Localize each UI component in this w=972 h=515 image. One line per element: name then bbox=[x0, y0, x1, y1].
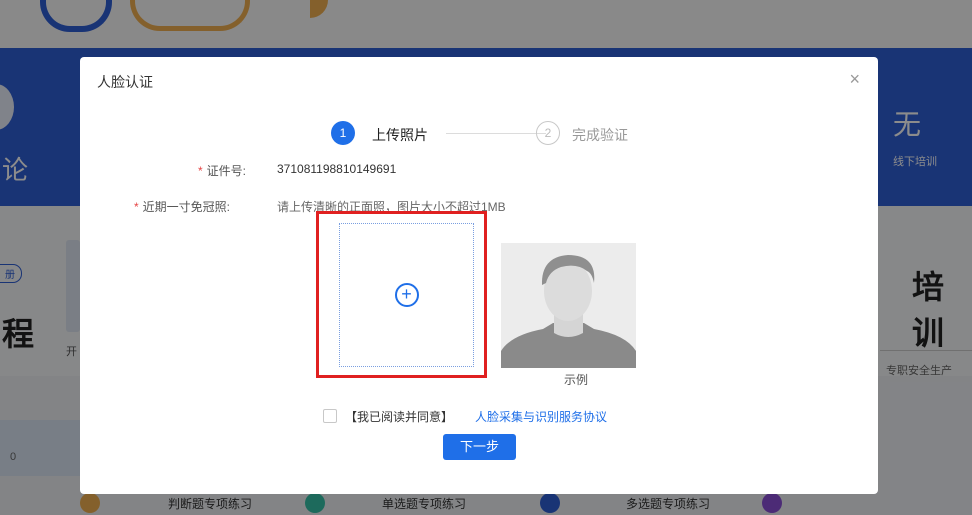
required-mark: * bbox=[134, 200, 139, 214]
sample-photo bbox=[501, 243, 636, 368]
step-1-label: 上传照片 bbox=[372, 127, 428, 143]
face-auth-dialog: 人脸认证 × 1 上传照片 2 完成验证 * 证件号: 3710811988101… bbox=[80, 57, 878, 494]
dialog-title: 人脸认证 bbox=[97, 74, 153, 90]
agree-checkbox[interactable] bbox=[323, 409, 337, 423]
id-number-value: 371081198810149691 bbox=[277, 162, 397, 176]
step-2-label: 完成验证 bbox=[572, 127, 628, 143]
next-step-button[interactable]: 下一步 bbox=[443, 434, 516, 460]
id-number-label-text: 证件号: bbox=[206, 164, 247, 178]
sample-label: 示例 bbox=[564, 373, 589, 387]
agreement-link[interactable]: 人脸采集与识别服务协议 bbox=[475, 408, 607, 425]
step-2-number: 2 bbox=[536, 121, 560, 145]
photo-label: * 近期一寸免冠照: bbox=[134, 198, 230, 215]
step-connector bbox=[446, 133, 546, 134]
photo-label-text: 近期一寸免冠照: bbox=[142, 200, 231, 214]
close-icon[interactable]: × bbox=[849, 69, 860, 90]
agree-text: 【我已阅读并同意】 bbox=[345, 410, 454, 424]
highlight-frame bbox=[316, 211, 487, 378]
required-mark: * bbox=[198, 164, 203, 178]
person-silhouette-icon bbox=[501, 243, 636, 368]
id-number-label: * 证件号: bbox=[198, 162, 246, 179]
step-1-number: 1 bbox=[331, 121, 355, 145]
